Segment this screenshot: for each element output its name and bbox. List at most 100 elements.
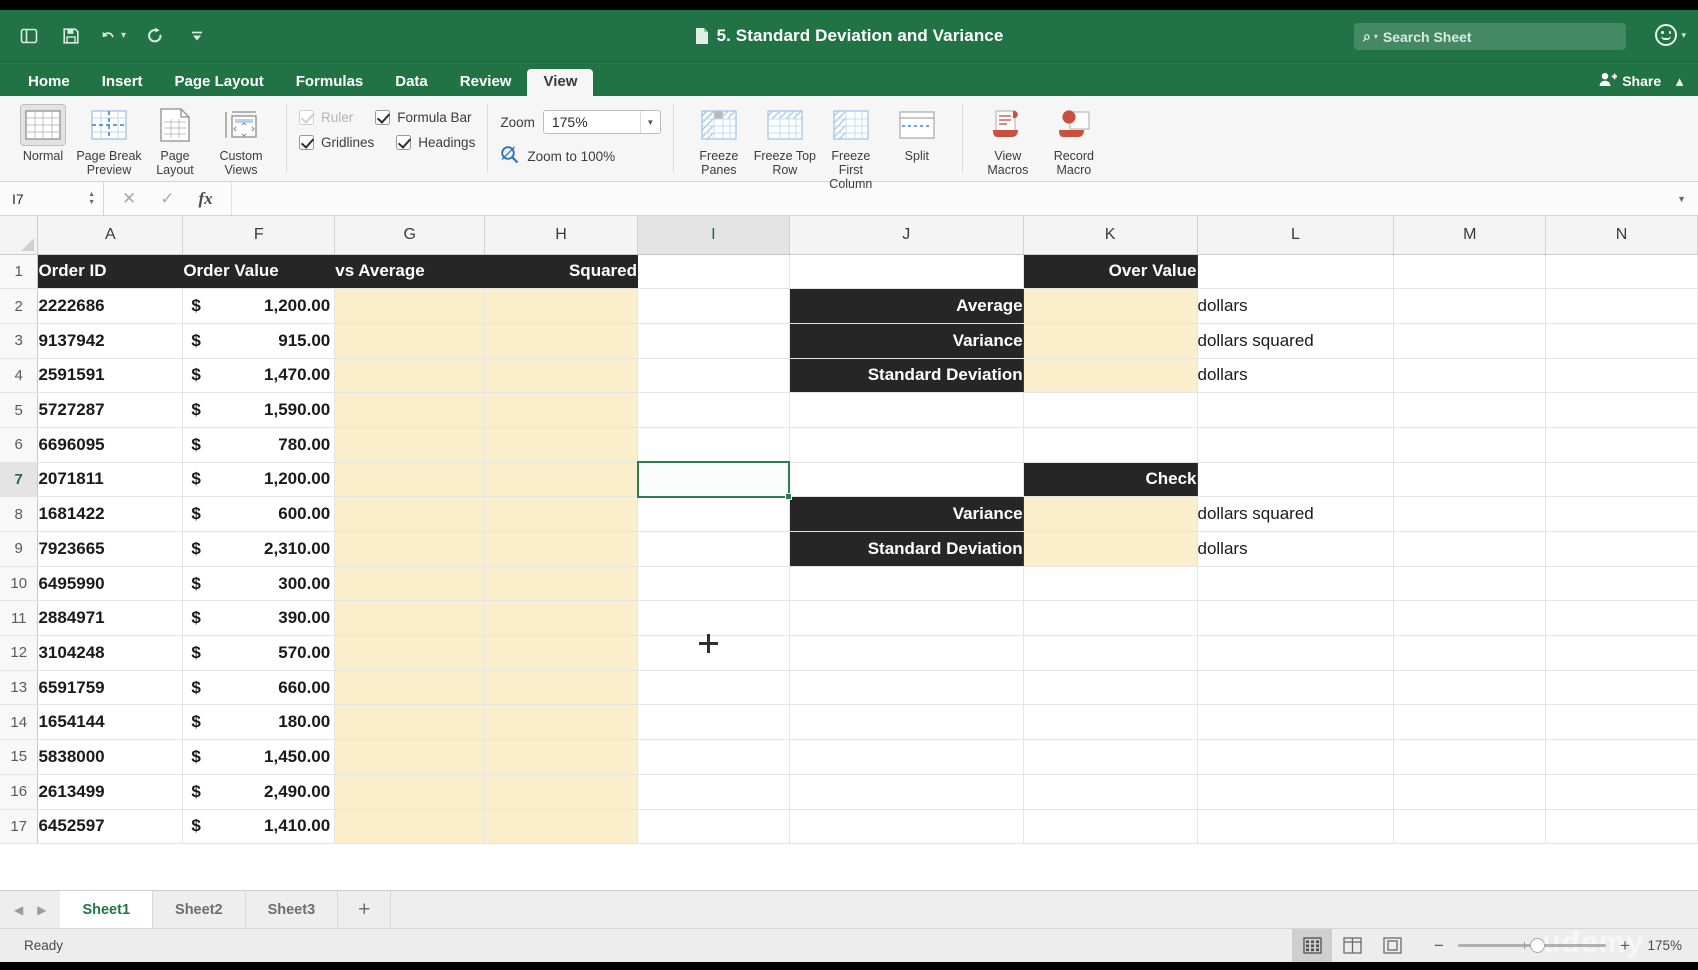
cell-K1[interactable]: Over Value	[1023, 254, 1198, 290]
row-header-8[interactable]: 8	[0, 496, 39, 532]
cell-L10[interactable]	[1197, 566, 1395, 602]
cell-L12[interactable]	[1197, 635, 1395, 671]
cell-F3[interactable]: $915.00	[182, 323, 336, 359]
cell-J1[interactable]	[789, 254, 1024, 290]
page-break-preview-button[interactable]: Page Break Preview	[76, 100, 142, 177]
cell-J13[interactable]	[789, 670, 1024, 706]
cell-G12[interactable]	[334, 635, 486, 671]
row-header-17[interactable]: 17	[0, 809, 39, 845]
check-icon[interactable]: ✓	[160, 189, 174, 209]
cell-H9[interactable]	[484, 531, 638, 567]
cell-J7[interactable]	[789, 462, 1024, 498]
row-header-2[interactable]: 2	[0, 288, 39, 324]
cell-H1[interactable]: Squared	[484, 254, 638, 290]
cell-J17[interactable]	[789, 809, 1024, 845]
cell-G3[interactable]	[334, 323, 486, 359]
cell-L4[interactable]: dollars	[1197, 358, 1395, 394]
cell-A9[interactable]: 7923665	[37, 531, 184, 567]
cell-A13[interactable]: 6591759	[37, 670, 184, 706]
cell-H16[interactable]	[484, 774, 638, 810]
cell-J8[interactable]: Variance	[789, 496, 1024, 532]
column-header-J[interactable]: J	[789, 216, 1024, 255]
tab-page-layout[interactable]: Page Layout	[159, 69, 280, 96]
row-header-6[interactable]: 6	[0, 427, 39, 463]
cell-F1[interactable]: Order Value	[182, 254, 336, 290]
cell-M7[interactable]	[1393, 462, 1547, 498]
cell-L13[interactable]	[1197, 670, 1395, 706]
cell-G13[interactable]	[334, 670, 486, 706]
cell-M16[interactable]	[1393, 774, 1547, 810]
cell-N5[interactable]	[1545, 392, 1698, 428]
row-header-15[interactable]: 15	[0, 739, 39, 775]
row-header-3[interactable]: 3	[0, 323, 39, 359]
cell-N7[interactable]	[1545, 462, 1698, 498]
cell-F15[interactable]: $1,450.00	[182, 739, 336, 775]
cell-F9[interactable]: $2,310.00	[182, 531, 336, 567]
cell-J6[interactable]	[789, 427, 1024, 463]
cell-F11[interactable]: $390.00	[182, 600, 336, 637]
column-header-A[interactable]: A	[37, 216, 184, 255]
select-all-corner[interactable]	[0, 216, 39, 255]
formula-bar-expand-chevron-down-icon[interactable]: ▼	[1677, 194, 1698, 204]
sidebar-icon[interactable]	[16, 23, 42, 49]
search-input[interactable]: ⌕ ▾ Search Sheet	[1354, 23, 1626, 50]
cell-I15[interactable]	[637, 739, 790, 775]
cell-H13[interactable]	[484, 670, 638, 706]
zoom-out-button[interactable]: −	[1432, 936, 1446, 956]
cell-K16[interactable]	[1023, 774, 1198, 810]
row-header-13[interactable]: 13	[0, 670, 39, 706]
cell-G5[interactable]	[334, 392, 486, 428]
column-header-G[interactable]: G	[334, 216, 486, 255]
cell-A11[interactable]: 2884971	[37, 600, 184, 637]
cell-G16[interactable]	[334, 774, 486, 810]
tab-review[interactable]: Review	[444, 69, 528, 96]
cell-A16[interactable]: 2613499	[37, 774, 184, 810]
customize-toolbar-chevron-down-icon[interactable]	[184, 23, 210, 49]
cell-A10[interactable]: 6495990	[37, 566, 184, 602]
cell-N15[interactable]	[1545, 739, 1698, 775]
formula-input[interactable]	[232, 182, 1677, 215]
cell-M11[interactable]	[1393, 600, 1547, 637]
cell-A12[interactable]: 3104248	[37, 635, 184, 671]
cell-G2[interactable]	[334, 288, 486, 324]
cell-A15[interactable]: 5838000	[37, 739, 184, 775]
cell-K8[interactable]	[1023, 496, 1198, 532]
cell-H15[interactable]	[484, 739, 638, 775]
cell-H6[interactable]	[484, 427, 638, 463]
cell-I6[interactable]	[637, 427, 790, 463]
zoom-in-button[interactable]: +	[1618, 936, 1632, 956]
cell-L7[interactable]	[1197, 462, 1395, 498]
cell-K5[interactable]	[1023, 392, 1198, 428]
cell-J16[interactable]	[789, 774, 1024, 810]
cell-L3[interactable]: dollars squared	[1197, 323, 1395, 359]
cell-L6[interactable]	[1197, 427, 1395, 463]
cell-F14[interactable]: $180.00	[182, 704, 336, 741]
tab-formulas[interactable]: Formulas	[280, 69, 380, 96]
page-layout-button[interactable]: Page Layout	[142, 100, 208, 177]
cell-H8[interactable]	[484, 496, 638, 532]
cell-F17[interactable]: $1,410.00	[182, 809, 336, 845]
cell-J4[interactable]: Standard Deviation	[789, 358, 1024, 394]
cell-M2[interactable]	[1393, 288, 1547, 324]
column-header-H[interactable]: H	[484, 216, 638, 255]
cell-A8[interactable]: 1681422	[37, 496, 184, 532]
cell-L14[interactable]	[1197, 704, 1395, 741]
cell-K4[interactable]	[1023, 358, 1198, 394]
cell-K10[interactable]	[1023, 566, 1198, 602]
cell-F12[interactable]: $570.00	[182, 635, 336, 671]
tab-insert[interactable]: Insert	[86, 69, 159, 96]
cell-F2[interactable]: $1,200.00	[182, 288, 336, 324]
feedback-chevron-down-icon[interactable]: ▾	[1681, 30, 1686, 41]
cell-I17[interactable]	[637, 809, 790, 845]
cell-J11[interactable]	[789, 600, 1024, 637]
cell-M9[interactable]	[1393, 531, 1547, 567]
cell-H3[interactable]	[484, 323, 638, 359]
tab-home[interactable]: Home	[12, 69, 86, 96]
zoom-slider-track[interactable]	[1458, 938, 1606, 953]
cell-M6[interactable]	[1393, 427, 1547, 463]
custom-views-button[interactable]: Custom Views	[208, 100, 274, 177]
zoom-slider-control[interactable]: − +	[1412, 936, 1646, 956]
cell-K7[interactable]: Check	[1023, 462, 1198, 498]
cell-I5[interactable]	[637, 392, 790, 428]
ruler-checkbox[interactable]: Ruler	[299, 110, 353, 125]
